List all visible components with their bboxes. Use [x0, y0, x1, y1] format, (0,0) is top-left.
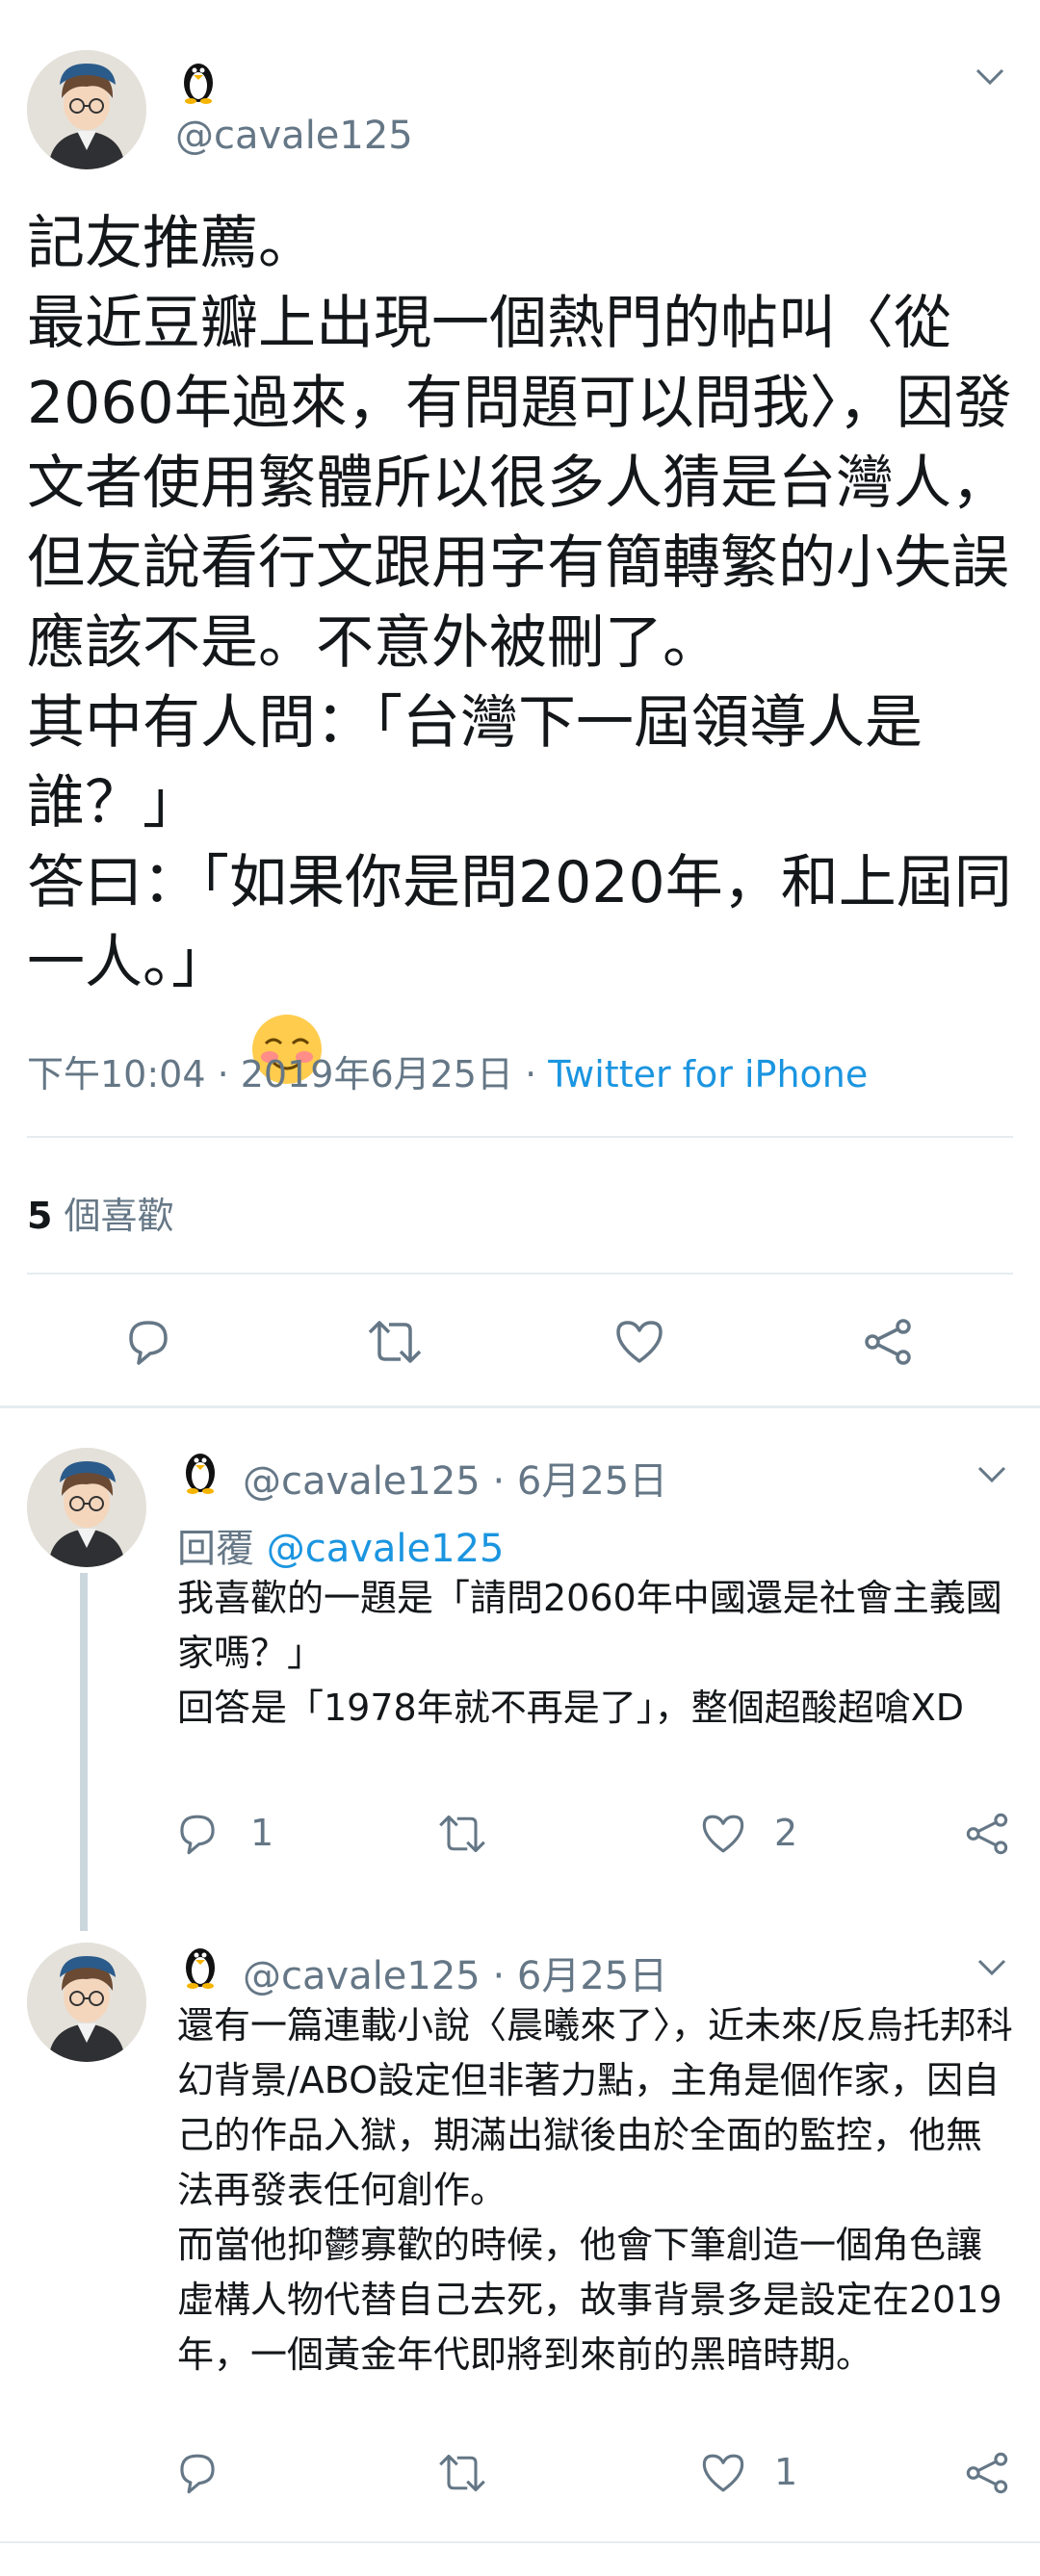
avatar-icon — [27, 1943, 146, 2062]
thread-connector — [80, 1573, 88, 1931]
likes-summary[interactable]: 5 個喜歡 — [27, 1186, 174, 1239]
retweet-icon — [439, 2454, 485, 2492]
reply-button[interactable] — [173, 2449, 221, 2497]
share-button[interactable] — [861, 1315, 915, 1369]
reply-text: 還有一篇連載小說〈晨曦來了〉，近未來/反烏托邦科幻背景/ABO設定但非著力點，主… — [177, 2004, 1013, 2376]
replying-to-label: 回覆 — [177, 1527, 267, 1571]
chevron-down-icon[interactable] — [975, 67, 1005, 87]
reply-icon — [180, 1815, 215, 1855]
like-count: 2 — [774, 1812, 798, 1854]
like-button[interactable] — [699, 1810, 747, 1858]
penguin-icon — [177, 56, 220, 104]
avatar-icon — [27, 50, 146, 169]
avatar[interactable] — [27, 50, 146, 169]
likes-count: 5 — [27, 1195, 53, 1237]
like-count: 1 — [774, 2451, 798, 2493]
divider — [27, 1273, 1013, 1275]
retweet-button[interactable] — [364, 1315, 426, 1369]
reply-text: 我喜歡的一題是「請問2060年中國還是社會主義國家嗎？」 回答是「1978年就不… — [177, 1577, 1002, 1729]
section-divider — [0, 1405, 1040, 1408]
reply-button[interactable] — [173, 1810, 221, 1858]
like-icon — [616, 1321, 663, 1363]
chevron-down-icon[interactable] — [976, 1465, 1007, 1484]
share-icon — [865, 1319, 911, 1365]
tweet-source-link[interactable]: Twitter for iPhone — [548, 1053, 868, 1095]
share-icon — [966, 1813, 1008, 1855]
divider — [0, 2541, 1040, 2543]
tweet-text: 記友推薦。 最近豆瓣上出現一個熱門的帖叫〈從2060年過來，有問題可以問我〉，因… — [27, 204, 1019, 1086]
chevron-down-icon[interactable] — [976, 1958, 1007, 1977]
share-button[interactable] — [963, 2449, 1011, 2497]
tweet-meta: 下午10:04 · 2019年6月25日 · Twitter for iPhon… — [27, 1044, 868, 1097]
penguin-icon — [179, 1446, 221, 1494]
retweet-icon — [368, 1321, 422, 1363]
reply-handle[interactable]: @cavale125 · 6月25日 — [243, 1945, 667, 2000]
reply-button[interactable] — [121, 1315, 175, 1369]
tweet-body: 記友推薦。 最近豆瓣上出現一個熱門的帖叫〈從2060年過來，有問題可以問我〉，因… — [27, 210, 1012, 996]
like-icon — [702, 2454, 744, 2492]
retweet-button[interactable] — [435, 1810, 489, 1858]
reply-handle[interactable]: @cavale125 · 6月25日 — [243, 1450, 667, 1506]
like-icon — [702, 1815, 744, 1853]
reply-count: 1 — [250, 1812, 274, 1854]
reply-icon — [129, 1321, 168, 1365]
like-button[interactable] — [699, 2449, 747, 2497]
avatar[interactable] — [27, 1448, 146, 1567]
reply-icon — [180, 2454, 215, 2494]
user-handle[interactable]: @cavale125 — [175, 114, 413, 158]
divider — [27, 1136, 1013, 1138]
likes-label: 個喜歡 — [52, 1195, 174, 1237]
penguin-icon — [179, 1941, 221, 1989]
retweet-icon — [439, 1815, 485, 1853]
mention-link[interactable]: @cavale125 — [267, 1527, 505, 1571]
avatar[interactable] — [27, 1943, 146, 2062]
retweet-button[interactable] — [435, 2449, 489, 2497]
share-icon — [966, 2452, 1008, 2494]
tweet-time: 下午10:04 · 2019年6月25日 · — [27, 1053, 549, 1095]
like-button[interactable] — [612, 1315, 666, 1369]
share-button[interactable] — [963, 1810, 1011, 1858]
avatar-icon — [27, 1448, 146, 1567]
replying-to: 回覆 @cavale125 — [177, 1517, 504, 1573]
